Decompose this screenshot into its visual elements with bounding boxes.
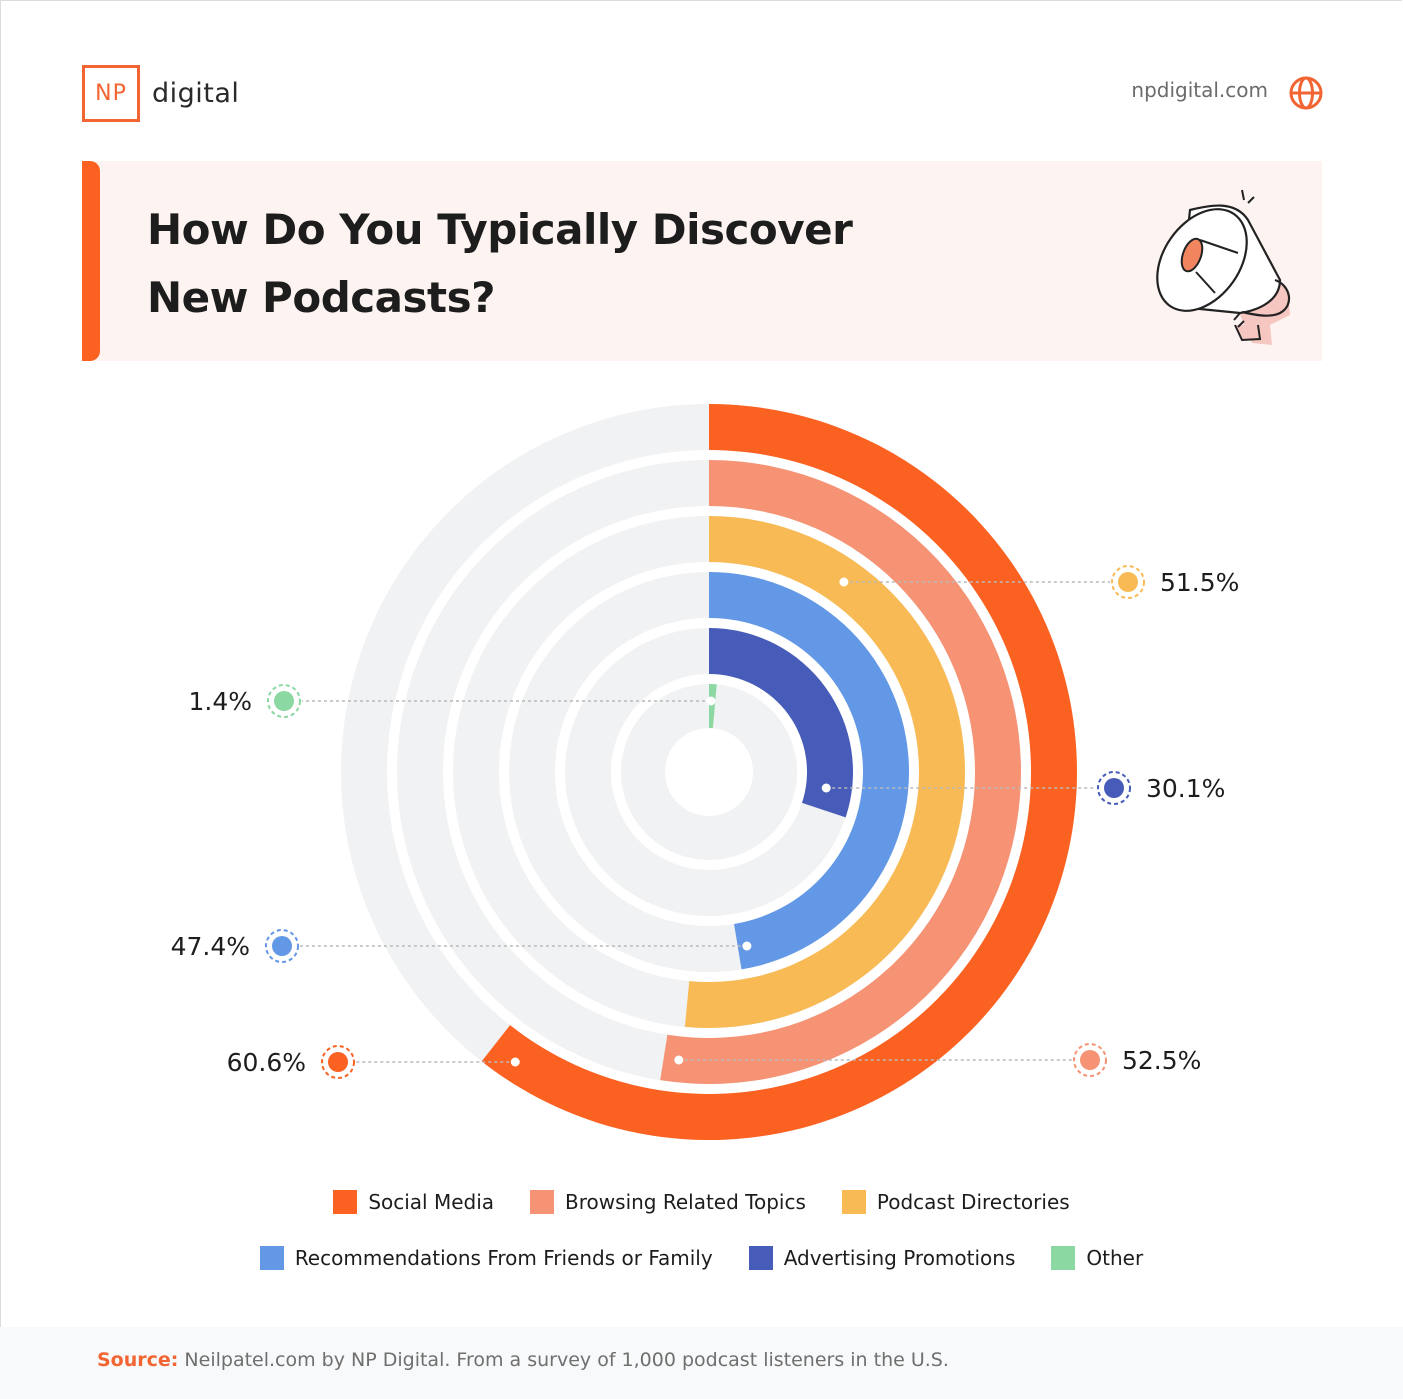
value-label-recommendations-from-friends-or-family: 47.4% bbox=[171, 932, 250, 961]
legend-label: Other bbox=[1086, 1246, 1144, 1270]
np-digital-logo: NP digital bbox=[82, 64, 240, 122]
legend-swatch bbox=[1051, 1246, 1076, 1270]
marker-dot-podcast-directories bbox=[1118, 572, 1138, 592]
legend-label: Social Media bbox=[368, 1190, 495, 1214]
logo-wordmark: digital bbox=[152, 77, 240, 109]
logo-mark: NP bbox=[82, 64, 140, 122]
legend-label: Recommendations From Friends or Family bbox=[294, 1246, 713, 1270]
megaphone-icon bbox=[1156, 189, 1291, 345]
anchor-dot-recommendations-from-friends-or-family bbox=[742, 941, 752, 951]
source-note: Source: Neilpatel.com by NP Digital. Fro… bbox=[97, 1349, 949, 1371]
globe-icon bbox=[1289, 76, 1323, 110]
title-accent-bar bbox=[82, 161, 100, 361]
legend-label: Browsing Related Topics bbox=[565, 1190, 806, 1214]
value-label-social-media: 60.6% bbox=[227, 1048, 306, 1077]
marker-dot-browsing-related-topics bbox=[1080, 1050, 1100, 1070]
marker-dot-other bbox=[274, 691, 294, 711]
marker-dot-social-media bbox=[328, 1052, 348, 1072]
legend-label: Podcast Directories bbox=[876, 1190, 1070, 1214]
legend-item-social-media: Social Media bbox=[333, 1190, 494, 1214]
legend-row-1: Social Media Browsing Related Topics Podca… bbox=[0, 1190, 1403, 1214]
anchor-dot-advertising-promotions bbox=[821, 783, 831, 793]
title-line-1: How Do You Typically Discover bbox=[147, 205, 853, 254]
value-label-browsing-related-topics: 52.5% bbox=[1122, 1046, 1201, 1075]
marker-dot-advertising-promotions bbox=[1104, 778, 1124, 798]
value-label-advertising-promotions: 30.1% bbox=[1146, 774, 1225, 803]
legend-swatch bbox=[748, 1246, 773, 1270]
page-title: How Do You Typically Discover New Podcas… bbox=[147, 196, 907, 332]
title-line-2: New Podcasts? bbox=[147, 273, 495, 322]
anchor-dot-other bbox=[706, 696, 716, 706]
anchor-dot-social-media bbox=[510, 1057, 520, 1067]
source-text: Neilpatel.com by NP Digital. From a surv… bbox=[178, 1349, 949, 1371]
marker-dot-recommendations-from-friends-or-family bbox=[272, 936, 292, 956]
center-hole bbox=[665, 728, 753, 816]
legend-label: Advertising Promotions bbox=[783, 1246, 1016, 1270]
radial-bar-chart: 60.6% 52.5% 51.5% 47.4% 30.1% 1.4% bbox=[171, 404, 1239, 1141]
value-label-podcast-directories: 51.5% bbox=[1160, 568, 1239, 597]
anchor-dot-browsing-related-topics bbox=[674, 1055, 684, 1065]
legend-swatch bbox=[333, 1190, 358, 1214]
anchor-dot-podcast-directories bbox=[839, 577, 849, 587]
legend-swatch bbox=[259, 1246, 284, 1270]
legend-item-browsing-related-topics: Browsing Related Topics bbox=[530, 1190, 806, 1214]
legend-swatch bbox=[841, 1190, 866, 1214]
site-url: npdigital.com bbox=[1131, 78, 1268, 102]
legend-item-podcast-directories: Podcast Directories bbox=[841, 1190, 1070, 1214]
legend-row-2: Recommendations From Friends or Family Ad… bbox=[0, 1246, 1403, 1270]
legend-item-other: Other bbox=[1051, 1246, 1143, 1270]
source-label: Source: bbox=[97, 1349, 179, 1371]
value-label-other: 1.4% bbox=[188, 687, 252, 716]
legend-item-recommendations-from-friends-or-family: Recommendations From Friends or Family bbox=[259, 1246, 713, 1270]
legend-item-advertising-promotions: Advertising Promotions bbox=[748, 1246, 1016, 1270]
legend-swatch bbox=[530, 1190, 555, 1214]
